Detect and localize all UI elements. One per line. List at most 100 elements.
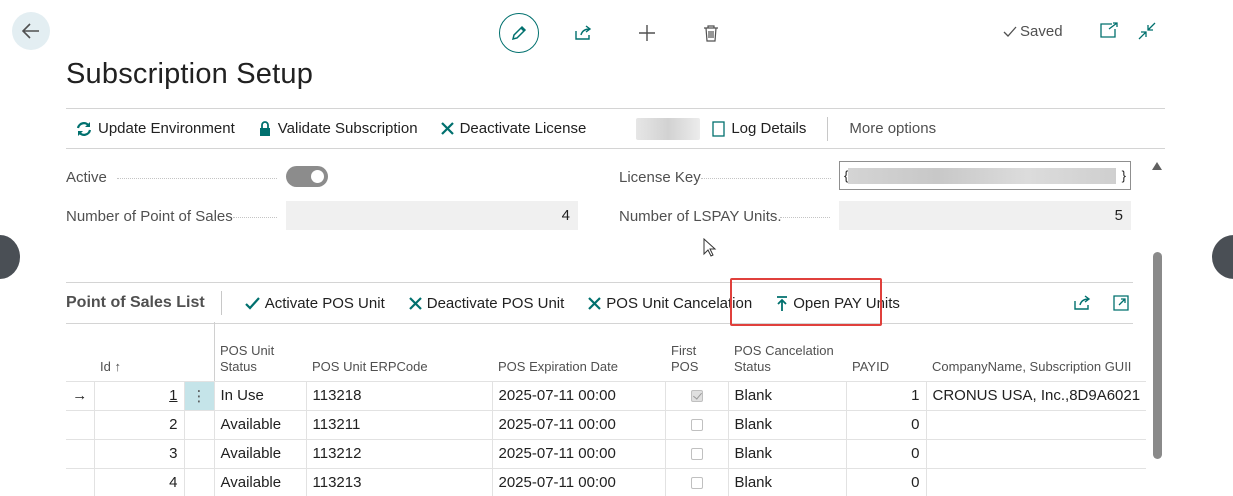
row-payid[interactable]: 0	[846, 438, 927, 468]
table-header-row: Id ↑ POS Unit Status POS Unit ERPCode POS…	[66, 325, 1146, 381]
row-actions-cell[interactable]	[184, 409, 215, 439]
column-header-expiration[interactable]: POS Expiration Date	[492, 325, 665, 381]
open-pay-units-button[interactable]: Open PAY Units	[776, 295, 900, 312]
previous-record-button[interactable]	[0, 235, 20, 279]
activate-pos-unit-button[interactable]: Activate POS Unit	[244, 295, 385, 312]
scrollbar-thumb[interactable]	[1153, 252, 1162, 459]
expand-icon[interactable]	[1113, 295, 1129, 311]
row-id[interactable]: 2	[94, 409, 185, 439]
num-lspay-label: Number of LSPAY Units.	[619, 208, 782, 225]
column-header-cancelation[interactable]: POS Cancelation Status	[728, 325, 846, 381]
delete-button[interactable]	[691, 13, 731, 53]
row-expiration[interactable]: 2025-07-11 00:00	[492, 438, 666, 468]
collapse-icon	[1138, 22, 1156, 40]
row-cancelation[interactable]: Blank	[728, 438, 847, 468]
blurred-action[interactable]	[636, 117, 701, 140]
mouse-cursor	[703, 237, 717, 263]
row-first-pos[interactable]	[665, 380, 729, 410]
row-erp-code[interactable]: 113218	[306, 380, 493, 410]
checkbox-icon[interactable]	[690, 477, 703, 490]
validate-subscription-button[interactable]: Validate Subscription	[258, 120, 418, 137]
row-actions-cell[interactable]	[184, 438, 215, 468]
deactivate-license-button[interactable]: Deactivate License	[440, 120, 587, 137]
active-toggle[interactable]	[286, 166, 328, 187]
id-header-label: Id	[100, 358, 111, 374]
checkbox-icon[interactable]	[690, 448, 703, 461]
row-select-cell[interactable]	[66, 438, 95, 468]
row-actions-kebab-icon[interactable]: ⋮	[184, 380, 215, 410]
edit-button[interactable]	[499, 13, 539, 53]
share-button[interactable]	[563, 13, 603, 53]
next-record-button[interactable]	[1212, 235, 1233, 279]
open-pay-units-label: Open PAY Units	[793, 294, 900, 312]
row-status[interactable]: Available	[214, 467, 307, 496]
row-payid[interactable]: 0	[846, 467, 927, 496]
row-erp-code[interactable]: 113211	[306, 409, 493, 439]
table-row[interactable]: 4 Available 113213 2025-07-11 00:00 Blan…	[66, 467, 1147, 496]
open-new-window-button[interactable]	[1100, 22, 1118, 43]
table-row[interactable]: → 1 ⋮ In Use 113218 2025-07-11 00:00 Bla…	[66, 380, 1147, 410]
row-first-pos[interactable]	[665, 467, 729, 496]
row-id[interactable]: 3	[94, 438, 185, 468]
row-actions-cell[interactable]	[184, 467, 215, 496]
row-cancelation[interactable]: Blank	[728, 380, 847, 410]
row-company[interactable]	[926, 467, 1147, 496]
active-label: Active	[66, 169, 107, 186]
row-status[interactable]: Available	[214, 409, 307, 439]
checkbox-icon[interactable]	[690, 419, 703, 432]
row-cancelation[interactable]: Blank	[728, 409, 847, 439]
column-header-status[interactable]: POS Unit Status	[214, 325, 306, 381]
row-id[interactable]: 1	[94, 380, 185, 410]
row-company[interactable]	[926, 409, 1147, 439]
log-details-button[interactable]: Log Details	[712, 120, 806, 137]
num-lspay-value[interactable]: 5	[839, 201, 1131, 230]
row-expiration[interactable]: 2025-07-11 00:00	[492, 467, 666, 496]
row-select-cell[interactable]	[66, 467, 95, 496]
row-status[interactable]: Available	[214, 438, 307, 468]
row-selected-arrow-icon[interactable]: →	[66, 380, 95, 410]
row-id-link[interactable]: 1	[169, 387, 177, 404]
row-company[interactable]: CRONUS USA, Inc.,8D9A6021	[926, 380, 1147, 410]
column-header-erp[interactable]: POS Unit ERPCode	[306, 325, 492, 381]
more-options-button[interactable]: More options	[849, 120, 936, 137]
share-icon[interactable]	[1073, 295, 1091, 311]
row-first-pos[interactable]	[665, 438, 729, 468]
row-status[interactable]: In Use	[214, 380, 307, 410]
new-button[interactable]	[627, 13, 667, 53]
checkbox-checked-icon[interactable]	[690, 390, 703, 403]
pos-unit-cancelation-button[interactable]: POS Unit Cancelation	[588, 295, 752, 312]
field-leader	[117, 178, 277, 179]
cancel-header-line2: Status	[734, 358, 771, 374]
row-expiration[interactable]: 2025-07-11 00:00	[492, 409, 666, 439]
column-header-first-pos[interactable]: First POS	[665, 325, 728, 381]
deactivate-license-label: Deactivate License	[459, 120, 587, 137]
column-header-company[interactable]: CompanyName, Subscription GUII	[926, 325, 1146, 381]
plus-icon	[639, 25, 655, 41]
table-row[interactable]: 2 Available 113211 2025-07-11 00:00 Blan…	[66, 409, 1147, 439]
row-payid[interactable]: 0	[846, 409, 927, 439]
column-header-payid[interactable]: PAYID	[846, 325, 926, 381]
row-expiration[interactable]: 2025-07-11 00:00	[492, 380, 666, 410]
action-bar: Update Environment Validate Subscription…	[66, 108, 1165, 149]
num-pos-value[interactable]: 4	[286, 201, 578, 230]
row-erp-code[interactable]: 113212	[306, 438, 493, 468]
field-leader	[233, 217, 277, 218]
back-button[interactable]	[12, 12, 50, 50]
table-row[interactable]: 3 Available 113212 2025-07-11 00:00 Blan…	[66, 438, 1147, 468]
license-key-field[interactable]: { }	[839, 161, 1131, 190]
row-payid[interactable]: 1	[846, 380, 927, 410]
deactivate-pos-unit-button[interactable]: Deactivate POS Unit	[408, 295, 564, 312]
column-header-id[interactable]: Id ↑	[94, 325, 184, 381]
row-erp-code[interactable]: 113213	[306, 467, 493, 496]
update-environment-button[interactable]: Update Environment	[76, 120, 235, 137]
scroll-up-arrow[interactable]	[1152, 162, 1162, 170]
row-first-pos[interactable]	[665, 409, 729, 439]
actions-column-header	[184, 325, 214, 381]
row-select-cell[interactable]	[66, 409, 95, 439]
trash-icon	[704, 25, 718, 42]
row-id[interactable]: 4	[94, 467, 185, 496]
collapse-button[interactable]	[1138, 22, 1156, 45]
row-cancelation[interactable]: Blank	[728, 467, 847, 496]
row-company[interactable]	[926, 438, 1147, 468]
checkmark-icon	[244, 296, 260, 310]
